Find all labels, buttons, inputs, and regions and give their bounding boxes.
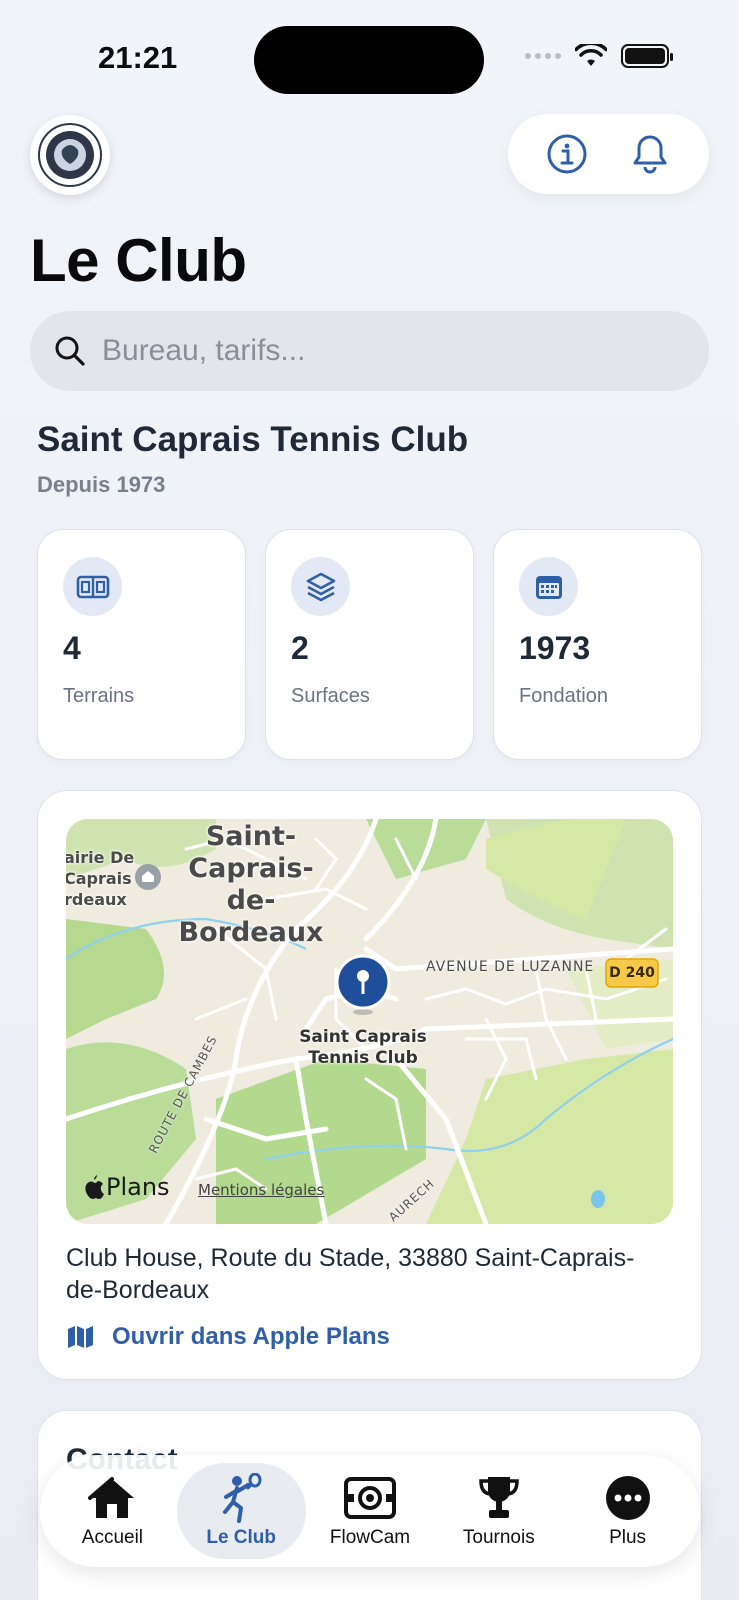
tab-accueil[interactable]: Accueil — [48, 1463, 177, 1559]
club-address: Club House, Route du Stade, 33880 Saint-… — [66, 1244, 635, 1304]
stat-card-fondation: 1973 Fondation — [493, 529, 702, 760]
battery-icon — [621, 44, 673, 68]
club-logo[interactable] — [30, 115, 110, 195]
court-icon — [76, 575, 109, 598]
calendar-icon — [535, 575, 562, 599]
club-name: Saint Caprais Tennis Club — [37, 420, 469, 459]
club-since: Depuis 1973 — [37, 472, 166, 497]
map-road-badge: D 240 — [609, 965, 655, 981]
club-crest-icon — [38, 123, 102, 187]
tab-label: FlowCam — [329, 1527, 411, 1548]
stat-icon-circle — [63, 557, 122, 616]
map-view[interactable]: Saint- Caprais- de- Bordeaux airie De Ca… — [66, 819, 673, 1224]
map-legal-link[interactable]: Mentions légales — [198, 1181, 324, 1199]
tab-flowcam[interactable]: FlowCam — [306, 1463, 435, 1559]
search-input[interactable] — [102, 334, 662, 368]
tab-plus[interactable]: Plus — [563, 1463, 692, 1559]
info-button[interactable] — [543, 130, 591, 178]
tab-label: Le Club — [206, 1527, 277, 1548]
tab-bar: Accueil Le Club FlowCam Tournois Plus — [40, 1455, 700, 1567]
location-card: Saint- Caprais- de- Bordeaux airie De Ca… — [37, 790, 702, 1380]
map-pin-label: Saint Caprais Tennis Club — [299, 1027, 427, 1068]
layers-icon — [306, 572, 335, 601]
stat-value: 1973 — [519, 630, 591, 666]
map-mairie-label: airie De Caprais rdeaux — [66, 848, 135, 909]
stat-value: 2 — [291, 630, 309, 666]
header-actions — [508, 114, 709, 194]
page-title: Le Club — [30, 227, 247, 294]
map-brand-text: Plans — [106, 1173, 170, 1201]
tab-le-club[interactable]: Le Club — [176, 1463, 306, 1559]
home-icon — [88, 1477, 135, 1518]
info-icon — [547, 134, 587, 174]
status-time: 21:21 — [98, 40, 178, 75]
stat-card-surfaces: 2 Surfaces — [265, 529, 474, 760]
apple-logo-icon — [85, 1175, 104, 1199]
stat-label: Terrains — [63, 685, 135, 707]
tennis-player-icon — [223, 1473, 262, 1523]
tab-label: Tournois — [462, 1527, 535, 1548]
stat-label: Surfaces — [291, 685, 370, 707]
dynamic-island — [254, 26, 484, 94]
more-icon — [605, 1476, 650, 1520]
search-icon — [55, 336, 85, 366]
tab-label: Plus — [609, 1527, 647, 1548]
stat-icon-circle — [519, 557, 578, 616]
map-icon — [68, 1326, 93, 1348]
stat-label: Fondation — [519, 685, 608, 707]
open-apple-maps-label: Ouvrir dans Apple Plans — [112, 1323, 390, 1350]
wifi-icon — [575, 44, 607, 66]
stat-value: 4 — [63, 630, 81, 666]
bell-icon — [633, 135, 667, 174]
stat-card-terrains: 4 Terrains — [37, 529, 246, 760]
status-icons — [525, 44, 673, 68]
tab-label: Accueil — [81, 1527, 144, 1548]
map-brand: Plans — [84, 1173, 170, 1201]
notifications-button[interactable] — [626, 130, 674, 178]
map-town-label: Saint- Caprais- de- Bordeaux — [178, 821, 324, 948]
cellular-signal-icon — [525, 53, 561, 59]
camera-icon — [343, 1477, 396, 1519]
search-bar[interactable] — [30, 311, 709, 391]
open-apple-maps-button[interactable]: Ouvrir dans Apple Plans — [66, 1323, 390, 1351]
map-avenue-label: AVENUE DE LUZANNE — [426, 959, 595, 975]
tab-tournois[interactable]: Tournois — [434, 1463, 563, 1559]
stat-icon-circle — [291, 557, 350, 616]
trophy-icon — [479, 1477, 519, 1518]
